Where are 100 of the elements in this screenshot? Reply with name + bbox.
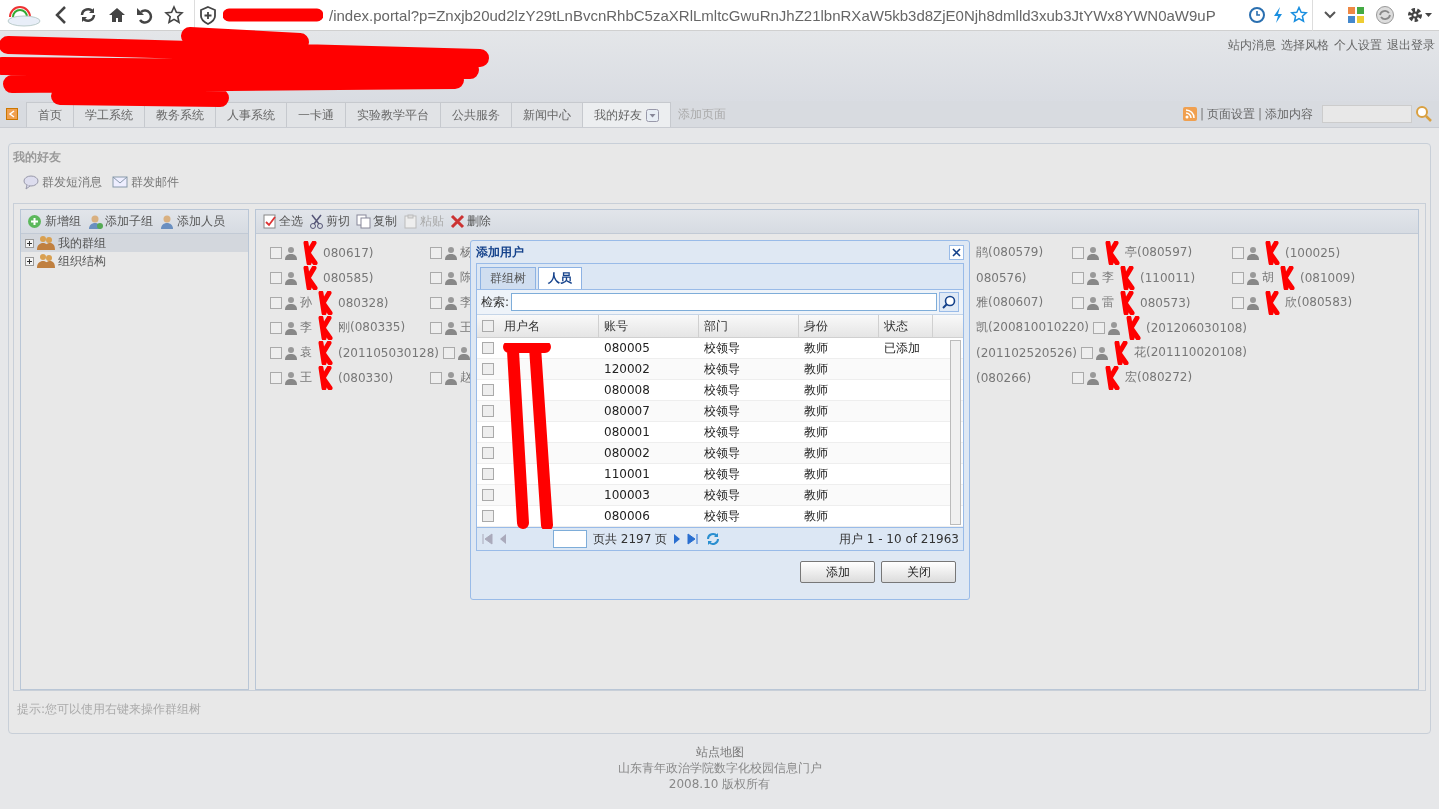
friend-name[interactable]: (110011) — [1140, 270, 1196, 285]
friend-name[interactable]: 080585) — [323, 270, 374, 285]
sitemap-link[interactable]: 站点地图 — [695, 744, 744, 760]
search-icon[interactable] — [1415, 105, 1433, 123]
dialog-button[interactable]: 添加 — [800, 561, 875, 583]
column-header[interactable]: 部门 — [699, 315, 799, 337]
friend-name[interactable]: (080330) — [338, 370, 394, 385]
collapse-icon[interactable] — [6, 108, 18, 120]
column-header[interactable]: 状态 — [879, 315, 933, 337]
toolbar-button[interactable]: 复制 — [356, 213, 397, 230]
nav-tab[interactable]: 我的好友 — [582, 102, 671, 127]
checkbox[interactable] — [270, 321, 282, 334]
nav-link[interactable]: 添加内容 — [1265, 105, 1313, 123]
checkbox[interactable] — [270, 246, 282, 259]
checkbox[interactable] — [443, 346, 455, 359]
checkbox[interactable] — [270, 346, 282, 359]
back-icon[interactable] — [54, 5, 68, 25]
checkbox[interactable] — [482, 447, 494, 459]
checkbox[interactable] — [270, 371, 282, 384]
checkbox[interactable] — [430, 271, 442, 284]
checkbox[interactable] — [482, 363, 494, 375]
star-icon[interactable] — [1290, 6, 1308, 24]
checkbox[interactable] — [482, 426, 494, 438]
friend-name[interactable]: 080328) — [338, 295, 389, 310]
checkbox[interactable] — [1093, 321, 1105, 334]
refresh-icon[interactable] — [78, 5, 98, 25]
friend-name[interactable]: 刚(080335) — [338, 319, 406, 336]
column-header[interactable]: 身份 — [799, 315, 879, 337]
header-link[interactable]: 个人设置 — [1334, 37, 1382, 54]
friend-name[interactable]: 李 — [460, 294, 472, 311]
checkbox[interactable] — [430, 371, 442, 384]
checkbox[interactable] — [1232, 271, 1244, 284]
friend-name[interactable]: 王 — [300, 369, 312, 386]
friend-name[interactable]: 李 — [300, 319, 312, 336]
checkbox[interactable] — [270, 271, 282, 284]
nav-tab[interactable]: 人事系统 — [215, 102, 287, 127]
first-page-icon[interactable] — [481, 533, 493, 545]
friend-name[interactable]: 袁 — [300, 344, 312, 361]
search-button[interactable] — [939, 292, 959, 312]
friend-name[interactable]: 欣(080583) — [1285, 294, 1353, 311]
checkbox[interactable] — [1072, 371, 1084, 384]
nav-tab[interactable]: 一卡通 — [286, 102, 346, 127]
friend-name[interactable]: 亭(080597) — [1125, 244, 1193, 261]
tree-node[interactable]: 我的群组 — [21, 234, 248, 252]
lightning-icon[interactable] — [1272, 6, 1284, 24]
rss-icon[interactable] — [1182, 107, 1197, 121]
dropdown-icon[interactable] — [646, 108, 659, 122]
checkbox[interactable] — [430, 321, 442, 334]
toolbar-link[interactable]: 群发短消息 — [23, 173, 102, 191]
previous-page-icon[interactable] — [499, 533, 507, 545]
checkbox[interactable] — [482, 384, 494, 396]
checkbox[interactable] — [1072, 271, 1084, 284]
toolbar-button[interactable]: 新增组 — [27, 213, 81, 230]
header-link[interactable]: 站内消息 — [1228, 37, 1276, 54]
friend-name[interactable]: (081009) — [1300, 270, 1356, 285]
clock-icon[interactable] — [1248, 6, 1266, 24]
friend-name[interactable]: 080573) — [1140, 295, 1191, 310]
checkbox[interactable] — [1232, 296, 1244, 309]
tree-node[interactable]: 组织结构 — [21, 252, 248, 270]
friend-name[interactable]: 雅(080607) — [976, 294, 1044, 311]
checkbox[interactable] — [482, 342, 494, 354]
friend-name[interactable]: 孙 — [300, 294, 312, 311]
friend-name[interactable]: (201206030108) — [1146, 320, 1247, 335]
checkbox[interactable] — [482, 489, 494, 501]
toolbar-button[interactable]: 添加子组 — [87, 213, 153, 230]
scrollbar[interactable] — [950, 340, 961, 525]
column-header[interactable]: 用户名 — [499, 315, 599, 337]
tab[interactable]: 人员 — [538, 267, 582, 289]
nav-tab[interactable]: 新闻中心 — [511, 102, 583, 127]
checkbox[interactable] — [1072, 246, 1084, 259]
checkbox[interactable] — [482, 468, 494, 480]
next-page-icon[interactable] — [673, 533, 682, 545]
nav-tab[interactable]: 首页 — [26, 102, 74, 127]
star-icon[interactable] — [164, 5, 184, 25]
column-header[interactable]: 账号 — [599, 315, 699, 337]
dialog-button[interactable]: 关闭 — [881, 561, 956, 583]
checkbox[interactable] — [482, 510, 494, 522]
checkbox[interactable] — [1072, 296, 1084, 309]
toolbar-link[interactable]: 群发邮件 — [112, 173, 179, 191]
friend-name[interactable]: 胡 — [1262, 269, 1274, 286]
undo-icon[interactable] — [136, 6, 154, 24]
friend-name[interactable]: (201105030128) — [338, 345, 439, 360]
tab[interactable]: 群组树 — [480, 267, 536, 289]
close-button[interactable] — [949, 244, 964, 260]
header-link[interactable]: 退出登录 — [1387, 37, 1435, 54]
friend-name[interactable]: 雷 — [1102, 294, 1114, 311]
expand-icon[interactable] — [25, 256, 34, 266]
friend-name[interactable]: 宏(080272) — [1125, 369, 1193, 386]
nav-tab[interactable]: 实验教学平台 — [345, 102, 441, 127]
friend-name[interactable]: (100025) — [1285, 245, 1341, 260]
friend-name[interactable]: 李 — [1102, 269, 1114, 286]
page-field[interactable] — [553, 530, 587, 548]
friend-name[interactable]: (080266) — [976, 370, 1032, 385]
checkbox[interactable] — [270, 296, 282, 309]
nav-link[interactable]: 页面设置 — [1206, 105, 1255, 123]
toolbar-button[interactable]: 全选 — [262, 213, 303, 230]
toolbar-button[interactable]: 剪切 — [309, 213, 350, 230]
shield-plus-icon[interactable] — [199, 5, 217, 25]
gear-icon[interactable] — [1405, 5, 1433, 25]
last-page-icon[interactable] — [687, 533, 700, 545]
